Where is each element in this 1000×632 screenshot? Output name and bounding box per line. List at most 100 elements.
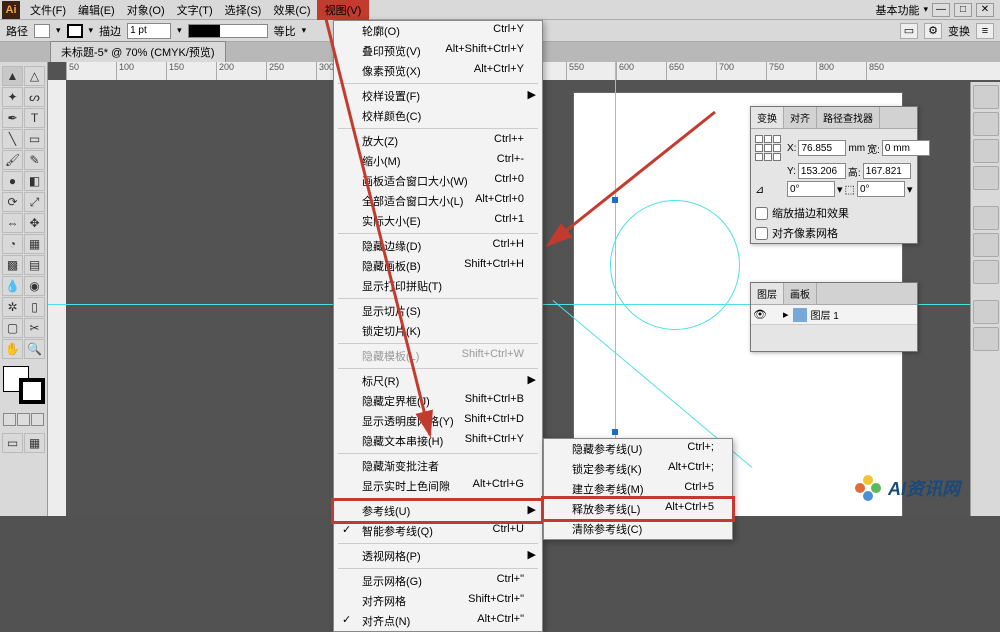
menu-item[interactable]: 锁定切片(K) xyxy=(334,321,542,341)
eraser-tool[interactable]: ◧ xyxy=(24,171,45,191)
zoom-tool[interactable]: 🔍 xyxy=(24,339,45,359)
menu-item[interactable]: 隐藏文本串接(H)Shift+Ctrl+Y xyxy=(334,431,542,451)
document-tab[interactable]: 未标题-5* @ 70% (CMYK/预览) xyxy=(50,41,226,62)
scale-strokes-checkbox[interactable] xyxy=(755,207,768,220)
artboards-tab[interactable]: 画板 xyxy=(784,283,817,304)
menu-file[interactable]: 文件(F) xyxy=(24,0,72,20)
menu-item[interactable]: 隐藏定界框(J)Shift+Ctrl+B xyxy=(334,391,542,411)
align-tab[interactable]: 对齐 xyxy=(784,107,817,128)
perspective-tool[interactable]: ▦ xyxy=(24,234,45,254)
menu-effect[interactable]: 效果(C) xyxy=(267,0,316,20)
screen-mode-toggle[interactable]: ▦ xyxy=(24,433,45,453)
circle-path[interactable] xyxy=(610,200,740,330)
menu-item[interactable]: 透视网格(P)▶ xyxy=(334,546,542,566)
lasso-tool[interactable]: ᔕ xyxy=(24,87,45,107)
menu-item[interactable]: ✓对齐点(N)Alt+Ctrl+" xyxy=(334,611,542,631)
symbol-tool[interactable]: ✲ xyxy=(2,297,23,317)
layers-tab[interactable]: 图层 xyxy=(751,283,784,304)
mesh-tool[interactable]: ▩ xyxy=(2,255,23,275)
width-tool[interactable]: ⇔ xyxy=(2,213,23,233)
eyedropper-tool[interactable]: 💧 xyxy=(2,276,23,296)
menu-item[interactable]: 显示网格(G)Ctrl+" xyxy=(334,571,542,591)
appearance-panel-icon[interactable] xyxy=(973,300,999,324)
brush-tool[interactable]: 🖌 xyxy=(2,150,23,170)
menu-item[interactable]: 叠印预览(V)Alt+Shift+Ctrl+Y xyxy=(334,41,542,61)
graphic-styles-panel-icon[interactable] xyxy=(973,327,999,351)
menu-item[interactable]: 隐藏画板(B)Shift+Ctrl+H xyxy=(334,256,542,276)
direct-select-tool[interactable]: △ xyxy=(24,66,45,86)
none-mode-btn[interactable] xyxy=(31,413,44,426)
color-mode-btn[interactable] xyxy=(3,413,16,426)
gradient-panel-icon[interactable] xyxy=(973,233,999,257)
anchor-top[interactable] xyxy=(612,197,618,203)
pref-icon[interactable]: ⚙ xyxy=(924,23,942,39)
rect-tool[interactable]: ▭ xyxy=(24,129,45,149)
rotate-tool[interactable]: ⟳ xyxy=(2,192,23,212)
menu-item[interactable]: 放大(Z)Ctrl++ xyxy=(334,131,542,151)
free-transform-tool[interactable]: ✥ xyxy=(24,213,45,233)
blend-tool[interactable]: ◉ xyxy=(24,276,45,296)
gradient-tool[interactable]: ▤ xyxy=(24,255,45,275)
transform-link[interactable]: 变换 xyxy=(948,23,970,39)
stroke-panel-icon[interactable] xyxy=(973,206,999,230)
menu-type[interactable]: 文字(T) xyxy=(171,0,219,20)
hand-tool[interactable]: ✋ xyxy=(2,339,23,359)
graph-tool[interactable]: ▯ xyxy=(24,297,45,317)
h-input[interactable] xyxy=(863,163,911,179)
menu-item[interactable]: 隐藏模板(L)Shift+Ctrl+W xyxy=(334,346,542,366)
layer-row[interactable]: 👁 ▸ 图层 1 xyxy=(751,305,917,325)
screen-mode-btn[interactable]: ▭ xyxy=(2,433,23,453)
menu-item[interactable]: 像素预览(X)Alt+Ctrl+Y xyxy=(334,61,542,81)
y-input[interactable] xyxy=(798,163,846,179)
menu-item[interactable]: 显示打印拼贴(T) xyxy=(334,276,542,296)
menu-item[interactable]: 隐藏渐变批注者 xyxy=(334,456,542,476)
menu-select[interactable]: 选择(S) xyxy=(219,0,268,20)
submenu-item[interactable]: 清除参考线(C) xyxy=(544,519,732,539)
align-icon[interactable]: ≡ xyxy=(976,23,994,39)
scale-tool[interactable]: ⤢ xyxy=(24,192,45,212)
rotate-input[interactable] xyxy=(787,181,835,197)
menu-item[interactable]: 显示透明度网格(Y)Shift+Ctrl+D xyxy=(334,411,542,431)
color-panel-icon[interactable] xyxy=(973,85,999,109)
w-input[interactable] xyxy=(882,140,930,156)
slice-tool[interactable]: ✂ xyxy=(24,318,45,338)
stroke-weight-input[interactable] xyxy=(127,23,171,39)
pencil-tool[interactable]: ✎ xyxy=(24,150,45,170)
menu-item[interactable]: 显示实时上色间隙Alt+Ctrl+G xyxy=(334,476,542,496)
swatches-panel-icon[interactable] xyxy=(973,112,999,136)
menu-item[interactable]: 校样颜色(C) xyxy=(334,106,542,126)
symbols-panel-icon[interactable] xyxy=(973,166,999,190)
brush-preview[interactable] xyxy=(188,24,268,38)
anchor-bottom[interactable] xyxy=(612,429,618,435)
window-maximize[interactable]: □ xyxy=(954,3,972,17)
wand-tool[interactable]: ✦ xyxy=(2,87,23,107)
submenu-item[interactable]: 释放参考线(L)Alt+Ctrl+5 xyxy=(544,499,732,519)
menu-item[interactable]: 全部适合窗口大小(L)Alt+Ctrl+0 xyxy=(334,191,542,211)
menu-item[interactable]: 隐藏边缘(D)Ctrl+H xyxy=(334,236,542,256)
stroke-swatch[interactable] xyxy=(67,24,83,38)
transform-tab[interactable]: 变换 xyxy=(751,107,784,128)
shear-input[interactable] xyxy=(857,181,905,197)
align-pixel-checkbox[interactable] xyxy=(755,227,768,240)
shape-builder-tool[interactable]: ◔ xyxy=(2,234,23,254)
menu-item[interactable]: 实际大小(E)Ctrl+1 xyxy=(334,211,542,231)
submenu-item[interactable]: 隐藏参考线(U)Ctrl+; xyxy=(544,439,732,459)
menu-item[interactable]: 参考线(U)▶ xyxy=(334,501,542,521)
window-close[interactable]: ✕ xyxy=(976,3,994,17)
workspace-label[interactable]: 基本功能 xyxy=(875,2,919,18)
submenu-item[interactable]: 建立参考线(M)Ctrl+5 xyxy=(544,479,732,499)
type-tool[interactable]: T xyxy=(24,108,45,128)
menu-view[interactable]: 视图(V) xyxy=(317,0,370,22)
artboard-tool[interactable]: ▢ xyxy=(2,318,23,338)
menu-item[interactable]: 画板适合窗口大小(W)Ctrl+0 xyxy=(334,171,542,191)
pathfinder-tab[interactable]: 路径查找器 xyxy=(817,107,880,128)
pen-tool[interactable]: ✒ xyxy=(2,108,23,128)
fill-stroke-control[interactable] xyxy=(3,366,45,404)
menu-object[interactable]: 对象(O) xyxy=(121,0,171,20)
menu-item[interactable]: 轮廓(O)Ctrl+Y xyxy=(334,21,542,41)
line-tool[interactable]: ╲ xyxy=(2,129,23,149)
menu-edit[interactable]: 编辑(E) xyxy=(72,0,121,20)
menu-item[interactable]: 对齐网格Shift+Ctrl+" xyxy=(334,591,542,611)
menu-item[interactable]: 缩小(M)Ctrl+- xyxy=(334,151,542,171)
blob-tool[interactable]: ● xyxy=(2,171,23,191)
